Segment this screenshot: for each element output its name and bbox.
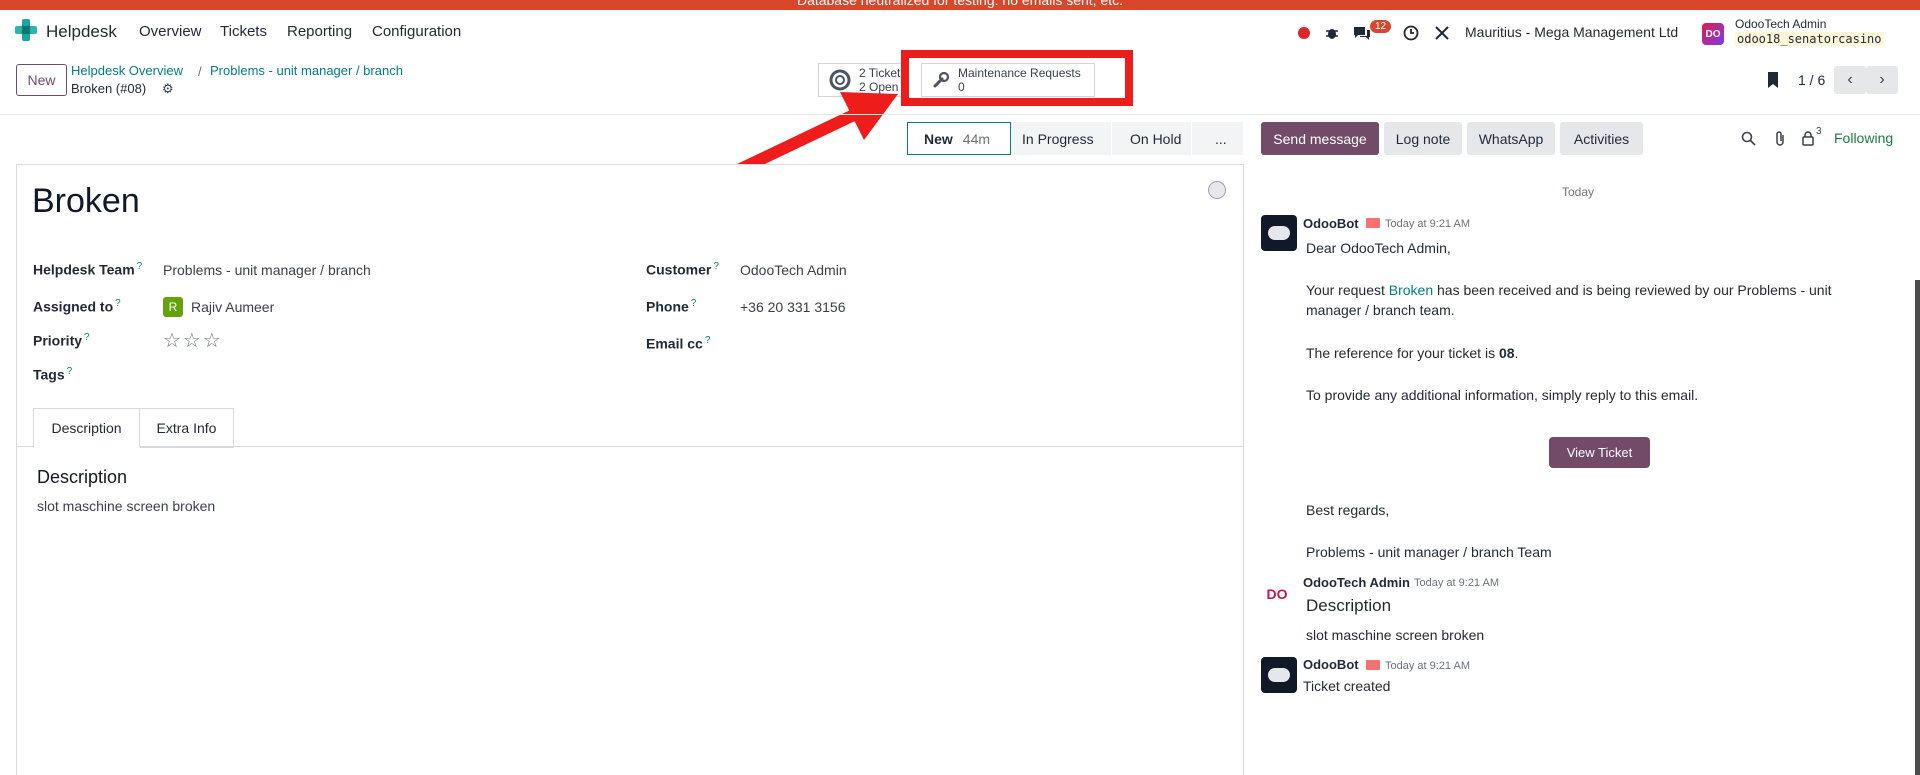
recording-icon[interactable]: [1298, 10, 1310, 55]
message-2-heading: Description: [1306, 596, 1392, 615]
kanban-state-icon[interactable]: [1208, 181, 1226, 199]
message-paragraph-2: The reference for your ticket is 08.: [1306, 345, 1519, 361]
customer-field[interactable]: OdooTech Admin: [740, 262, 847, 278]
assigned-label: Assigned to?: [33, 298, 121, 315]
breadcrumb-team[interactable]: Problems - unit manager / branch: [210, 63, 403, 78]
app-name[interactable]: Helpdesk: [46, 22, 117, 42]
stage-new[interactable]: New 44m: [907, 122, 1011, 155]
pager-previous-button[interactable]: ‹: [1834, 66, 1866, 94]
pager-next-button[interactable]: ›: [1866, 66, 1898, 94]
tab-extra-info[interactable]: Extra Info: [140, 408, 234, 448]
message-paragraph-3: To provide any additional information, s…: [1306, 387, 1699, 403]
menu-tickets[interactable]: Tickets: [220, 23, 267, 40]
breadcrumb-helpdesk-overview[interactable]: Helpdesk Overview: [71, 63, 183, 78]
message-author-2: OdooTech Admin: [1303, 575, 1410, 590]
description-body[interactable]: slot maschine screen broken: [37, 498, 215, 514]
envelope-icon: [1366, 218, 1380, 228]
ticket-link[interactable]: Broken: [1389, 282, 1433, 298]
tags-label: Tags?: [33, 366, 73, 383]
stage-on-hold[interactable]: On Hold: [1111, 122, 1191, 155]
email-cc-label: Email cc?: [646, 335, 711, 352]
pager-value[interactable]: 1 / 6: [1798, 72, 1825, 88]
odootech-avatar: DO: [1262, 579, 1292, 609]
envelope-icon-2: [1366, 660, 1380, 670]
banner-text: Database neutralized for testing: no ema…: [796, 0, 1124, 8]
assigned-avatar: R: [163, 297, 183, 317]
stage-in-progress[interactable]: In Progress: [1011, 122, 1111, 155]
message-2-body: slot maschine screen broken: [1306, 627, 1485, 643]
message-greeting: Dear OdooTech Admin,: [1306, 240, 1451, 256]
helpdesk-logo-icon[interactable]: [14, 18, 38, 42]
date-separator: Today: [1562, 185, 1595, 199]
neutralized-banner: Database neutralized for testing: no ema…: [0, 0, 1920, 10]
stage-duration: 44m: [962, 130, 991, 147]
menu-reporting[interactable]: Reporting: [287, 23, 352, 40]
message-paragraph-1: Your request Broken has been received an…: [1306, 282, 1832, 318]
message-3-body: Ticket created: [1303, 678, 1391, 694]
bookmark-icon[interactable]: [1757, 66, 1789, 94]
new-button[interactable]: New: [16, 64, 67, 96]
message-time-3: Today at 9:21 AM: [1385, 660, 1470, 672]
description-heading: Description: [37, 467, 128, 487]
messages-icon[interactable]: [1352, 10, 1372, 55]
log-note-button[interactable]: Log note: [1384, 122, 1462, 155]
tickets-count: 2 Ticket: [859, 66, 901, 80]
stage-new-label: New: [924, 130, 953, 147]
bug-icon[interactable]: [1324, 10, 1340, 55]
message-time: Today at 9:21 AM: [1385, 218, 1470, 230]
user-avatar[interactable]: DO: [1702, 23, 1724, 45]
form-sheet: [16, 164, 1244, 775]
menu-configuration[interactable]: Configuration: [372, 23, 461, 40]
priority-stars-icon[interactable]: ☆☆☆: [163, 328, 223, 353]
priority-label: Priority?: [33, 332, 90, 349]
send-message-button[interactable]: Send message: [1261, 122, 1379, 155]
paperclip-icon[interactable]: [1773, 130, 1787, 147]
database-name: odoo18_senatorcasino: [1735, 32, 1884, 46]
following-button[interactable]: Following: [1834, 130, 1893, 146]
customer-label: Customer?: [646, 261, 719, 278]
assigned-field[interactable]: Rajiv Aumeer: [191, 299, 274, 315]
scrollbar[interactable]: [1915, 280, 1920, 775]
record-title: Broken (#08): [71, 81, 147, 96]
message-signature: Problems - unit manager / branch Team: [1306, 544, 1552, 560]
followers-count: 3: [1816, 126, 1822, 137]
stage-more[interactable]: ...: [1191, 122, 1243, 155]
tools-icon[interactable]: [1434, 10, 1450, 55]
followers-icon[interactable]: [1801, 130, 1815, 146]
control-panel-divider: [0, 114, 1920, 115]
user-name[interactable]: OdooTech Admin: [1735, 17, 1826, 31]
phone-field[interactable]: +36 20 331 3156: [740, 299, 846, 315]
message-author-3: OdooBot: [1303, 657, 1359, 672]
view-ticket-button[interactable]: View Ticket: [1549, 437, 1650, 468]
messages-count-badge: 12: [1370, 20, 1392, 33]
search-icon[interactable]: [1741, 131, 1756, 146]
team-label: Helpdesk Team?: [33, 261, 143, 278]
gear-icon[interactable]: ⚙: [162, 81, 174, 97]
top-navbar: Helpdesk Overview Tickets Reporting Conf…: [0, 10, 1920, 55]
odoobot-avatar-2: [1261, 657, 1297, 693]
message-time-2: Today at 9:21 AM: [1414, 577, 1499, 589]
whatsapp-button[interactable]: WhatsApp: [1467, 122, 1555, 155]
company-switcher[interactable]: Mauritius - Mega Management Ltd: [1465, 24, 1678, 40]
odoobot-avatar: [1261, 215, 1297, 251]
message-regards: Best regards,: [1306, 502, 1390, 518]
phone-label: Phone?: [646, 298, 697, 315]
tab-description[interactable]: Description: [33, 408, 140, 448]
breadcrumb-separator: /: [198, 64, 202, 79]
menu-overview[interactable]: Overview: [139, 23, 202, 40]
ticket-title[interactable]: Broken: [32, 182, 140, 221]
annotation-highlight-box: [901, 50, 1133, 106]
activities-button[interactable]: Activities: [1560, 122, 1643, 155]
team-field[interactable]: Problems - unit manager / branch: [163, 262, 371, 278]
clock-icon[interactable]: [1403, 10, 1419, 55]
message-author: OdooBot: [1303, 216, 1359, 231]
app-window: Database neutralized for testing: no ema…: [0, 0, 1920, 775]
